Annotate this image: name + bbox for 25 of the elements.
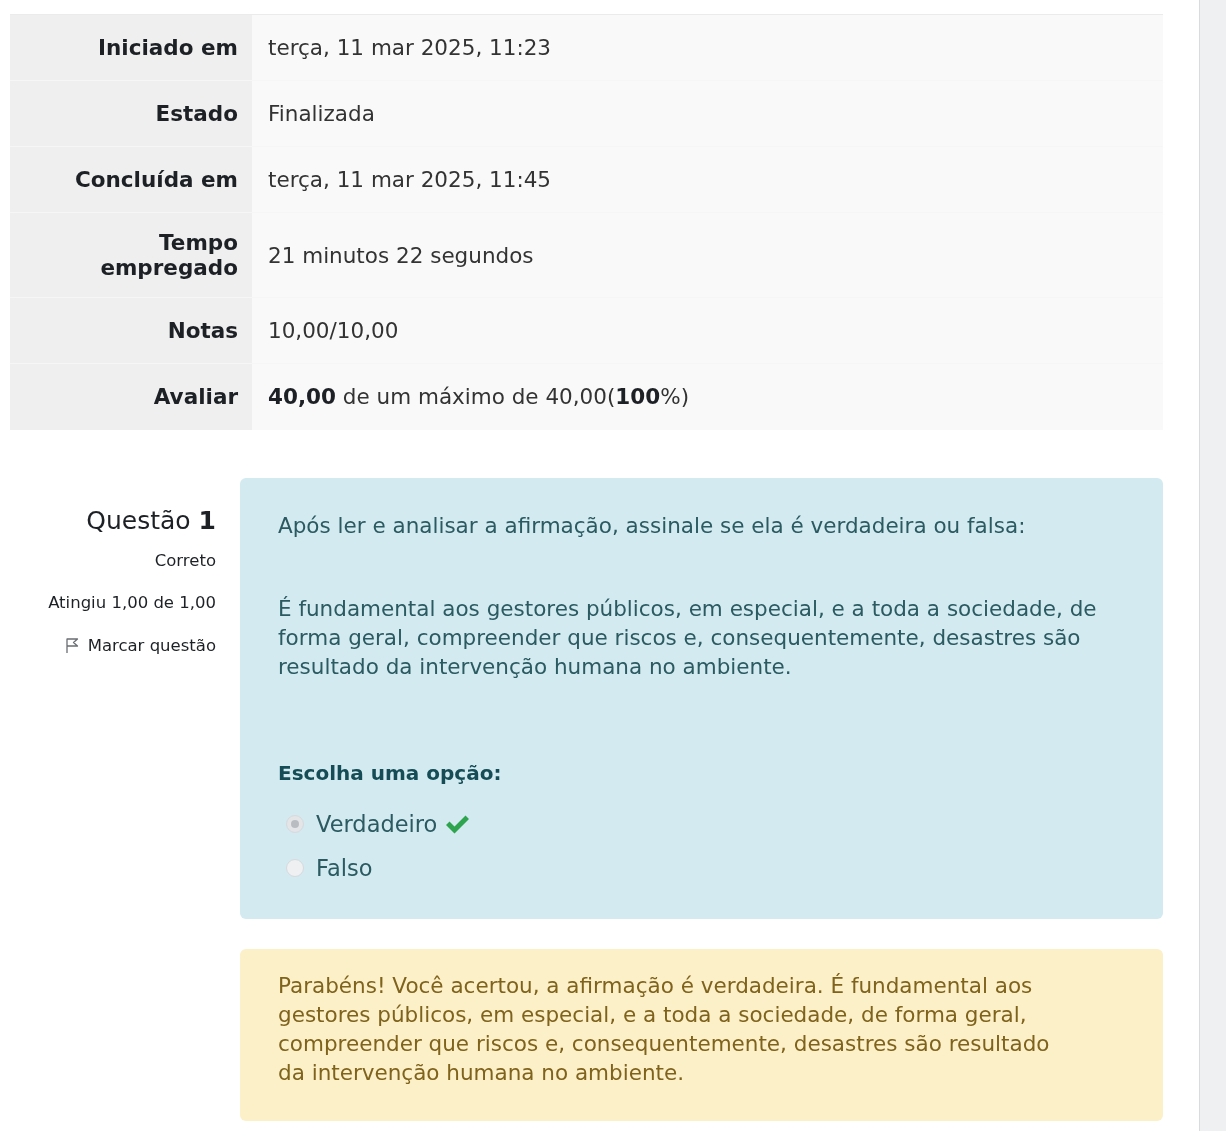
question-status: Correto (154, 550, 216, 571)
question-prompt: Após ler e analisar a afirmação, assinale se ela é verdadeira ou falsa: (278, 511, 1027, 540)
option-label: Falso (316, 853, 373, 883)
radio-button[interactable] (286, 859, 304, 877)
flag-question-link[interactable]: Marcar questão (64, 635, 216, 656)
row-header-cell: Iniciado em (10, 14, 252, 81)
table-cell: 21 minutos 22 segundos (252, 212, 1163, 298)
question-mark: Atingiu 1,00 de 1,00 (48, 592, 216, 613)
table-cell: terça, 11 mar 2025, 11:45 (252, 146, 1163, 213)
row-header-cell: Avaliar (10, 363, 252, 430)
table-cell: terça, 11 mar 2025, 11:23 (252, 14, 1163, 81)
row-header-cell: Estado (10, 80, 252, 147)
table-cell: 40,00 de um máximo de 40,00(100%) (252, 363, 1163, 430)
flag-icon (64, 637, 79, 654)
feedback-text: Parabéns! Você acertou, a afirmação é verdadeira. É fundamental aos gestores públicos, em especial, e a toda a sociedade, de forma geral, compreender que riscos e, consequentemente, desastres são resultado da intervenção humana no ambiente. (278, 971, 1051, 1087)
row-header-cell: Tempo empregado (10, 212, 252, 298)
row-header-cell: Concluída em (10, 146, 252, 213)
answer-prompt: Escolha uma opção: (278, 759, 503, 787)
radio-button[interactable] (286, 815, 304, 833)
row-header-cell: Notas (10, 297, 252, 364)
table-cell: Finalizada (252, 80, 1163, 147)
question-statement: É fundamental aos gestores públicos, em especial, e a toda a sociedade, de forma geral, compreender que riscos e, consequentemente, desastres são resultado da intervenção humana no ambiente. (278, 594, 1098, 681)
question-number: Questão 1 (86, 504, 216, 536)
table-cell: 10,00/10,00 (252, 297, 1163, 364)
option-label: Verdadeiro (316, 809, 438, 839)
